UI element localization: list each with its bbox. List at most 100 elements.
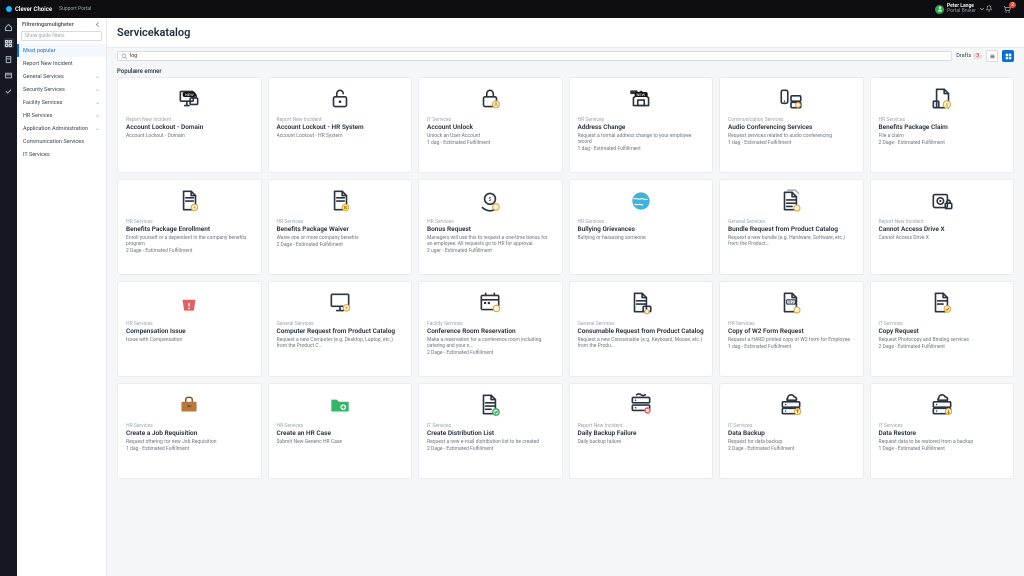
card-description: Account Lockout - HR System [277,133,404,139]
view-grid-button[interactable] [1002,50,1014,62]
user-role: Portal Bruker [947,9,976,14]
drafts-button[interactable]: Drafts 3 [956,53,982,59]
padlock-user-icon [475,86,505,112]
rail-tickets-icon[interactable] [4,70,14,80]
svg-text:W-2: W-2 [788,300,794,304]
catalog-card[interactable]: General ServicesBundle Request from Prod… [719,179,864,275]
card-title: Daily Backup Failure [578,430,705,438]
sidebar-item-label: HR Services [23,113,52,119]
coin-arrows-icon: $ [475,188,505,214]
card-sla: 2 Dage - Estimated Fulfillment [879,344,1006,350]
card-title: Bundle Request from Product Catalog [728,226,855,234]
card-title: Audio Conferencing Services [728,124,855,132]
rail-approvals-icon[interactable] [4,86,14,96]
svg-text:$: $ [945,102,948,109]
collapse-sidebar-icon[interactable] [94,21,101,28]
catalog-card[interactable]: Facility ServicesConference Room Reserva… [418,281,563,377]
card-title: Bullying Grievances [578,226,705,234]
card-description: Request for data backup [728,439,855,445]
brand-block[interactable]: Clever Choice Support Portal [6,6,91,13]
catalog-card[interactable]: General ServicesComputer Request from Pr… [268,281,413,377]
sidebar-item[interactable]: Application Administration⌄ [17,122,106,135]
briefcase-icon [174,392,204,418]
card-title: Conference Room Reservation [427,328,554,336]
card-sla: 2 uger - Estimated Fulfillment [427,248,554,254]
card-title: Computer Request from Product Catalog [277,328,404,336]
card-sla: 1 dag - Estimated Fulfillment [126,446,253,452]
server-cloud-down-icon [927,392,957,418]
chevron-down-icon: ⌄ [95,99,100,106]
card-title: Account Lockout - Domain [126,124,253,132]
catalog-card[interactable]: IT ServicesAccount UnlockUnlock an User … [418,77,563,173]
sidebar-item[interactable]: Facility Services ⌄ [17,96,106,109]
sidebar-filter-input[interactable]: Show guide filters [21,31,102,41]
card-description: Enroll yourself or a dependent in the co… [126,235,253,248]
catalog-card[interactable]: IT ServicesData RestoreRequest data to b… [870,383,1015,479]
catalog-card[interactable]: HR ServicesBullying GrievancesBullying o… [569,179,714,275]
card-sla: 2 Dage - Estimated Fulfillment [728,446,855,452]
catalog-card[interactable]: NEWReport New IncidentAccount Lockout - … [117,77,262,173]
server-x-icon [626,392,656,418]
sidebar-item[interactable]: Most popular [17,44,106,57]
catalog-card[interactable]: Report New IncidentDaily Backup FailureD… [569,383,714,479]
sidebar-item[interactable]: Security Services⌄ [17,83,106,96]
card-description: Request a new Consumable (e.g. Keyboard,… [578,337,705,350]
sidebar-item-label: Security Services [23,87,65,93]
catalog-card[interactable]: HR ServicesBenefits Package EnrollmentEn… [117,179,262,275]
catalog-card[interactable]: HR ServicesBenefits Package WaiverWaive … [268,179,413,275]
card-title: Compensation Issue [126,328,253,336]
search-input[interactable] [130,53,948,59]
doc-box-icon [626,290,656,316]
sidebar-item-label: General Services [23,74,64,80]
avatar [935,5,944,14]
sidebar-filter-placeholder: Show guide filters [25,33,65,39]
rail-home-icon[interactable] [4,22,14,32]
card-description: Daily backup failure [578,439,705,445]
catalog-card[interactable]: NEWHR ServicesAddress ChangeRequest a fo… [569,77,714,173]
card-title: Create an HR Case [277,430,404,438]
card-title: Account Lockout - HR System [277,124,404,132]
cart-button[interactable]: 2 [1003,5,1012,14]
catalog-card[interactable]: HR ServicesCompensation IssueIssue with … [117,281,262,377]
schedule-icon [475,290,505,316]
catalog-card[interactable]: Communication ServicesAudio Conferencing… [719,77,864,173]
catalog-card[interactable]: $HR ServicesBonus RequestManagers will u… [418,179,563,275]
doc-x-icon [325,188,355,214]
view-list-button[interactable] [986,50,998,62]
catalog-card[interactable]: W-2HR ServicesCopy of W2 Form RequestReq… [719,281,864,377]
catalog-search[interactable] [117,51,952,61]
sidebar-item[interactable]: General Services⌄ [17,70,106,83]
catalog-card[interactable]: General ServicesConsumable Request from … [569,281,714,377]
card-title: Benefits Package Enrollment [126,226,253,234]
catalog-card[interactable]: IT ServicesData BackupRequest for data b… [719,383,864,479]
sidebar-item[interactable]: Communication Services [17,135,106,148]
catalog-card[interactable]: $HR ServicesBenefits Package ClaimFile a… [870,77,1015,173]
rail-knowledge-icon[interactable] [4,54,14,64]
sidebar-item[interactable]: Report New Incident [17,57,106,70]
sidebar-item[interactable]: HR Services⌄ [17,109,106,122]
sidebar-item-label: Facility Services [23,100,62,106]
catalog-card[interactable]: IT ServicesCopy RequestRequest Photocopy… [870,281,1015,377]
sidebar-item[interactable]: IT Services [17,148,106,161]
doc-cog-icon [174,188,204,214]
catalog-card[interactable]: HR ServicesCreate a Job RequisitionReque… [117,383,262,479]
catalog-card[interactable]: Report New IncidentAccount Lockout - HR … [268,77,413,173]
sidebar-item-label: Application Administration [23,126,88,132]
card-description: Request a new e-mail distribution list t… [427,439,554,445]
catalog-card[interactable]: HR ServicesCreate an HR CaseSubmit New G… [268,383,413,479]
notifications-button[interactable] [985,5,993,13]
card-description: Issue with Compensation [126,337,253,343]
doc-stamp-icon [927,290,957,316]
topbar: Clever Choice Support Portal Peter Lange… [0,0,1024,18]
house-tag-icon [626,86,656,112]
rail-catalog-icon[interactable] [4,38,14,48]
card-description: Request a new Computer (e.g. Desktop, La… [277,337,404,350]
card-title: Benefits Package Claim [879,124,1006,132]
svg-text:$: $ [489,196,492,203]
catalog-card[interactable]: Report New IncidentCannot Access Drive X… [870,179,1015,275]
card-title: Bonus Request [427,226,554,234]
sidebar-item-label: IT Services [23,152,50,158]
catalog-card[interactable]: IT ServicesCreate Distribution ListReque… [418,383,563,479]
card-description: File a claim [879,133,1006,139]
user-menu[interactable]: Peter Lange Portal Bruker [935,4,985,14]
